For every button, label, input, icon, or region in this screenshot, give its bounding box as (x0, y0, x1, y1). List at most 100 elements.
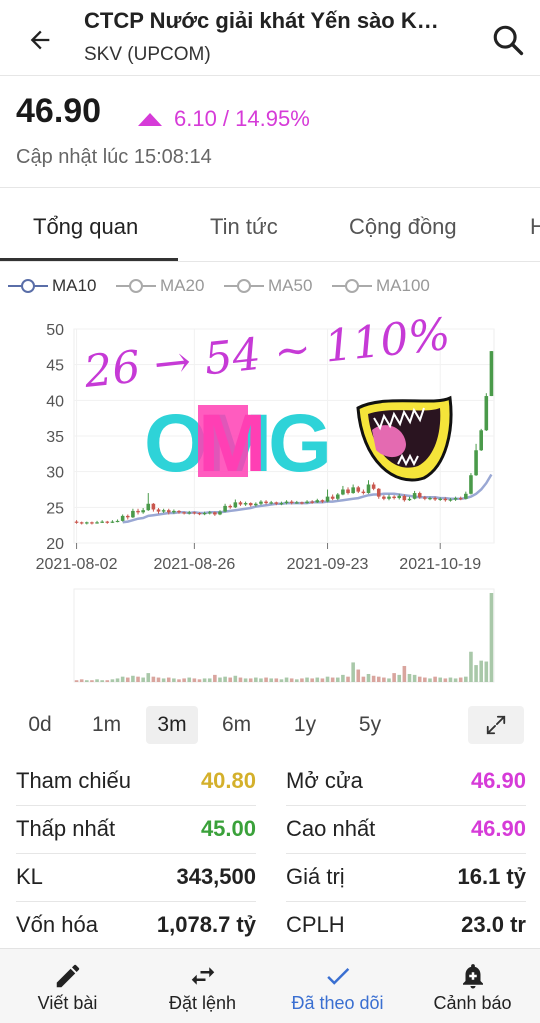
range-6m-button[interactable]: 6m (216, 706, 257, 744)
volume-bar (458, 677, 463, 682)
stat-label: CPLH (286, 912, 345, 937)
bottom-navigation: Viết bài Đặt lệnh Đã theo dõi Cảnh báo (0, 948, 540, 1023)
candle-body (120, 515, 125, 521)
screaming-mouth-sticker (356, 395, 453, 482)
volume-bar (202, 678, 207, 682)
x-tick-label: 2021-08-02 (36, 556, 118, 573)
volume-bar (361, 676, 366, 682)
volume-bar (392, 673, 396, 682)
candle-body (464, 493, 468, 499)
omg-sticker: OMG M (144, 398, 332, 489)
candle-body (310, 501, 314, 503)
candle-body (100, 521, 104, 523)
candle-body (330, 496, 335, 499)
stat-low: Thấp nhất 45.00 (16, 806, 256, 854)
nav-alerts[interactable]: Cảnh báo (405, 949, 540, 1023)
candle-body (448, 499, 453, 501)
range-1m-button[interactable]: 1m (86, 706, 127, 744)
candle-body (197, 513, 202, 515)
volume-bar (238, 677, 243, 682)
candle-body (376, 488, 381, 497)
tab-community[interactable]: Cộng đồng (349, 214, 457, 240)
volume-bar (197, 679, 202, 682)
candle-body (402, 495, 407, 501)
volume-bar (443, 678, 448, 682)
nav-label: Đặt lệnh (168, 993, 237, 1013)
volume-bar (479, 660, 483, 682)
price-chart[interactable]: 50 45 40 35 30 25 20 2021-08-02 2021-08-26 2021-0… (0, 305, 540, 700)
range-3m-button[interactable]: 3m (146, 706, 198, 744)
candle-body (166, 510, 171, 513)
candle-body (474, 450, 478, 476)
swap-arrows-icon (191, 967, 214, 985)
candle-body (136, 510, 140, 513)
candle-body (110, 521, 115, 523)
candle-body (356, 487, 361, 492)
pencil-icon (56, 964, 79, 988)
volume-bar (284, 677, 289, 682)
check-icon (326, 968, 349, 985)
ma-line-marker-icon (332, 279, 372, 293)
stat-value: 23.0 tr (461, 912, 526, 937)
range-5y-button[interactable]: 5y (350, 706, 390, 744)
page-title: CTCP Nước giải khát Yến sào Khánh Hòa (84, 8, 444, 33)
volume-bar (218, 677, 222, 682)
candle-body (161, 510, 166, 512)
volume-bar (233, 675, 238, 682)
ma-label: MA50 (268, 276, 313, 295)
volume-bar (269, 678, 273, 682)
ma-label: MA20 (160, 276, 205, 295)
y-tick-label: 35 (46, 429, 64, 446)
candle-body (305, 501, 309, 504)
tab-active-indicator (0, 258, 178, 261)
nav-write-post[interactable]: Viết bài (0, 949, 135, 1023)
nav-place-order[interactable]: Đặt lệnh (135, 949, 270, 1023)
price-change: 6.10 / 14.95% (138, 106, 310, 132)
volume-bar (412, 674, 417, 682)
range-1y-button[interactable]: 1y (285, 706, 325, 744)
x-tick-label: 2021-10-19 (399, 556, 481, 573)
candle-body (125, 515, 130, 518)
stat-value-traded: Giá trị 16.1 tỷ (286, 854, 526, 902)
ma-toggle-10[interactable]: MA10 (8, 276, 96, 296)
candle-body (254, 503, 258, 506)
y-tick-label: 40 (46, 393, 64, 410)
candle-body (397, 495, 402, 499)
candle-body (458, 498, 463, 500)
stat-label: Thấp nhất (16, 816, 116, 841)
volume-bar (151, 676, 156, 682)
candle-body (335, 494, 340, 499)
ma-toggle-50[interactable]: MA50 (224, 276, 312, 296)
volume-bar (156, 677, 161, 682)
fullscreen-button[interactable] (468, 706, 524, 744)
range-0d-button[interactable]: 0d (20, 706, 60, 744)
tab-news[interactable]: Tin tức (210, 214, 278, 240)
candle-body (105, 521, 110, 523)
volume-bar (125, 677, 130, 682)
arrow-left-icon (30, 30, 50, 50)
ma-toggle-20[interactable]: MA20 (116, 276, 204, 296)
volume-bar (136, 676, 140, 682)
candle-body (141, 510, 145, 513)
tab-overview[interactable]: Tổng quan (33, 214, 138, 240)
volume-bar (330, 677, 335, 682)
nav-following[interactable]: Đã theo dõi (270, 949, 405, 1023)
y-tick-label: 45 (46, 358, 64, 375)
volume-bar (397, 674, 402, 682)
candle-body (279, 503, 284, 505)
search-button[interactable] (486, 18, 530, 62)
tab-more[interactable]: H (530, 214, 540, 240)
candle-body (243, 503, 248, 505)
volume-bar (146, 673, 151, 682)
candle-body (207, 512, 212, 514)
back-button[interactable] (22, 22, 58, 58)
volume-bar (254, 677, 258, 682)
candle-body (433, 498, 437, 500)
candle-body (284, 501, 289, 504)
stat-label: Giá trị (286, 864, 345, 889)
volume-bar (356, 669, 361, 682)
candle-body (295, 502, 299, 504)
ma-toggle-100[interactable]: MA100 (332, 276, 430, 296)
candle-body (233, 502, 238, 508)
volume-bar (438, 677, 443, 682)
